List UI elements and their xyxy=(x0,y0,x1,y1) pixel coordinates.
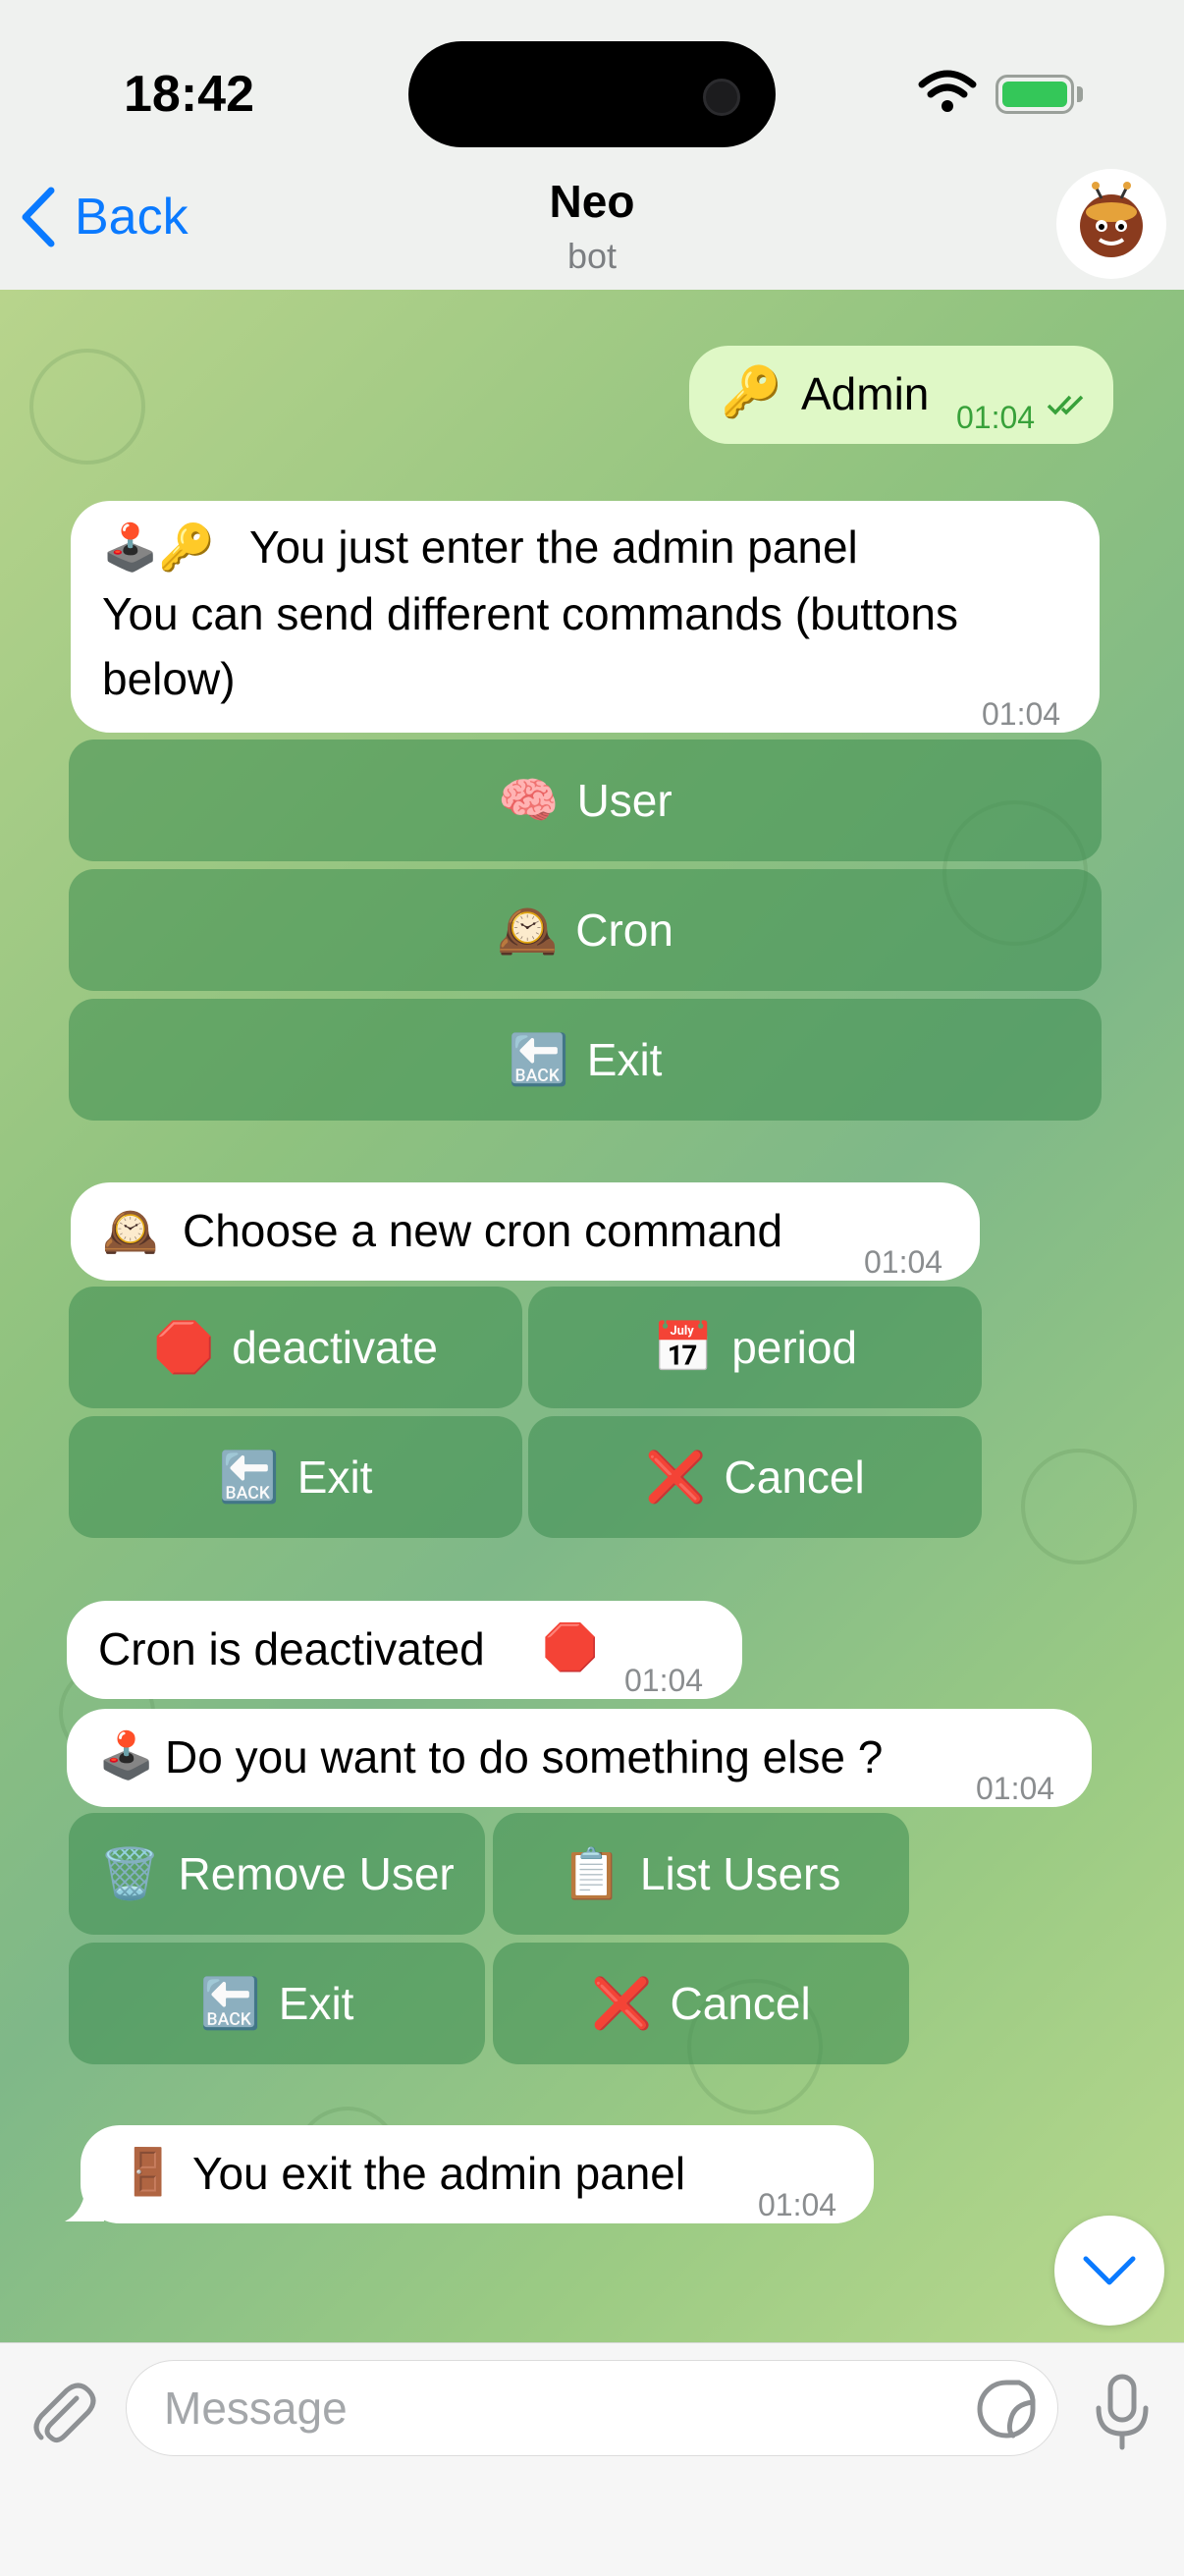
microphone-button[interactable] xyxy=(1092,2373,1153,2456)
cross-mark-icon: ❌ xyxy=(591,1975,653,2031)
keyboard-button-cancel[interactable]: ❌ Cancel xyxy=(493,1943,909,2064)
keyboard-button-user[interactable]: 🧠 User xyxy=(69,740,1102,861)
message-text: Do you want to do something else ? xyxy=(165,1731,884,1782)
message-input[interactable] xyxy=(126,2360,1058,2456)
clipboard-icon: 📋 xyxy=(561,1845,622,1901)
message-time: 01:04 xyxy=(956,400,1036,435)
back-arrow-icon: 🔙 xyxy=(508,1031,569,1087)
keyboard-button-exit[interactable]: 🔙 Exit xyxy=(69,1943,485,2064)
button-label: Cron xyxy=(575,904,673,956)
sticker-button[interactable] xyxy=(976,2379,1037,2444)
microphone-icon xyxy=(1096,2374,1149,2450)
cross-mark-icon: ❌ xyxy=(645,1449,707,1505)
message-time: 01:04 xyxy=(758,2187,837,2222)
incoming-message[interactable]: 🕹️🔑 You just enter the admin panel You c… xyxy=(71,501,1100,733)
button-label: deactivate xyxy=(232,1322,438,1373)
chat-subtitle: bot xyxy=(566,236,618,276)
keyboard-button-exit[interactable]: 🔙 Exit xyxy=(69,999,1102,1121)
background-doodle xyxy=(29,349,145,465)
brain-icon: 🧠 xyxy=(498,772,560,828)
incoming-message[interactable]: 🚪 You exit the admin panel 01:04 xyxy=(81,2125,874,2223)
keyboard-button-exit[interactable]: 🔙 Exit xyxy=(69,1416,522,1538)
camera-dot xyxy=(703,79,740,116)
button-label: List Users xyxy=(639,1848,841,1899)
message-time: 01:04 xyxy=(864,1244,943,1280)
button-label: User xyxy=(576,775,673,826)
message-time: 01:04 xyxy=(976,1771,1055,1806)
paperclip-icon xyxy=(33,2383,96,2443)
back-arrow-icon: 🔙 xyxy=(199,1975,261,2031)
double-check-icon xyxy=(1047,395,1084,415)
back-arrow-icon: 🔙 xyxy=(218,1449,280,1505)
keyboard-button-remove-user[interactable]: 🗑️ Remove User xyxy=(69,1813,485,1935)
battery-icon xyxy=(996,75,1074,114)
key-icon: 🔑 xyxy=(721,364,782,419)
message-line: You can send different commands (buttons xyxy=(102,588,959,639)
button-label: Remove User xyxy=(178,1848,455,1899)
button-label: Exit xyxy=(278,1978,354,2029)
button-label: period xyxy=(731,1322,858,1373)
stop-sign-icon: 🛑 xyxy=(153,1319,215,1375)
wastebasket-icon: 🗑️ xyxy=(99,1845,161,1901)
message-line: below) xyxy=(102,653,236,704)
message-time: 01:04 xyxy=(982,696,1061,732)
keyboard-button-period[interactable]: 📅 period xyxy=(528,1287,982,1408)
button-label: Cancel xyxy=(724,1452,865,1503)
button-label: Exit xyxy=(586,1034,663,1085)
button-label: Cancel xyxy=(670,1978,811,2029)
keyboard-button-cancel[interactable]: ❌ Cancel xyxy=(528,1416,982,1538)
calendar-icon: 📅 xyxy=(652,1319,715,1375)
message-text: Admin xyxy=(801,368,930,419)
sticker-icon xyxy=(977,2380,1036,2439)
incoming-message[interactable]: 🕰️ Choose a new cron command 01:04 xyxy=(71,1182,980,1281)
chevron-down-icon xyxy=(1083,2256,1136,2285)
scroll-down-button[interactable] xyxy=(1054,2216,1164,2326)
keyboard-button-list-users[interactable]: 📋 List Users xyxy=(493,1813,909,1935)
joystick-key-icons: 🕹️🔑 xyxy=(102,521,215,573)
keyboard-button-deactivate[interactable]: 🛑 deactivate xyxy=(69,1287,522,1408)
joystick-icon: 🕹️ xyxy=(98,1729,155,1781)
wifi-icon xyxy=(918,69,977,119)
battery-cap xyxy=(1077,86,1083,102)
door-icon: 🚪 xyxy=(120,2146,177,2197)
message-text: Cron is deactivated xyxy=(98,1623,485,1674)
keyboard-button-cron[interactable]: 🕰️ Cron xyxy=(69,869,1102,991)
attach-button[interactable] xyxy=(27,2377,98,2452)
mantelpiece-clock-icon: 🕰️ xyxy=(497,902,559,958)
chat-title[interactable]: Neo xyxy=(0,175,1184,228)
stop-sign-icon: 🛑 xyxy=(542,1621,599,1672)
status-time: 18:42 xyxy=(124,66,254,123)
background-doodle xyxy=(1021,1449,1137,1564)
message-line: You just enter the admin panel xyxy=(249,521,858,573)
message-text: You exit the admin panel xyxy=(192,2148,686,2199)
incoming-message[interactable]: 🕹️ Do you want to do something else ? 01… xyxy=(67,1709,1092,1807)
message-time: 01:04 xyxy=(624,1663,704,1698)
outgoing-message[interactable]: 🔑 Admin 01:04 xyxy=(689,346,1113,444)
mantelpiece-clock-icon: 🕰️ xyxy=(102,1205,159,1256)
incoming-message[interactable]: Cron is deactivated 🛑 01:04 xyxy=(67,1601,742,1699)
message-text: Choose a new cron command xyxy=(183,1205,783,1256)
button-label: Exit xyxy=(296,1452,373,1503)
bot-avatar[interactable] xyxy=(1056,169,1166,279)
